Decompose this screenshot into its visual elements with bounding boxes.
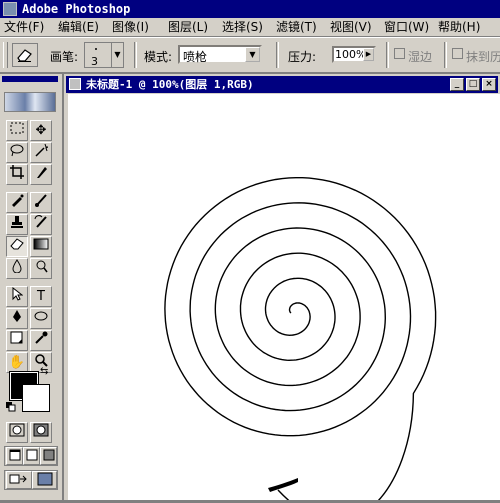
- eraser-tool-preset-icon[interactable]: [12, 43, 38, 67]
- document-title: 未标题-1 @ 100%(图层 1,RGB): [86, 78, 254, 91]
- menu-window[interactable]: 窗口(W): [384, 20, 429, 34]
- app-title-bar: Adobe Photoshop: [0, 0, 500, 18]
- eyedropper-tool-icon[interactable]: [30, 330, 52, 351]
- quick-mask-mode-icon[interactable]: [30, 422, 52, 443]
- imageready-icon[interactable]: [32, 471, 57, 489]
- document-icon[interactable]: [69, 78, 81, 90]
- document-title-bar[interactable]: 未标题-1 @ 100%(图层 1,RGB) _ □ ×: [66, 76, 498, 93]
- image-ready-group: [4, 470, 58, 490]
- standard-mode-icon[interactable]: [6, 422, 28, 443]
- document-window: 未标题-1 @ 100%(图层 1,RGB) _ □ ×: [64, 74, 500, 503]
- full-screen-mode-icon[interactable]: [40, 447, 57, 465]
- crop-tool-icon[interactable]: [6, 164, 28, 185]
- move-tool-icon[interactable]: ✥: [30, 120, 52, 141]
- canvas[interactable]: [68, 94, 500, 503]
- marquee-tool-icon[interactable]: [6, 120, 28, 141]
- brush-tip-preview: [95, 48, 97, 50]
- maximize-button[interactable]: □: [466, 78, 480, 91]
- mode-select[interactable]: 喷枪 ▼: [178, 45, 262, 64]
- menu-file[interactable]: 文件(F): [4, 20, 44, 34]
- chevron-down-icon[interactable]: ▼: [111, 43, 123, 67]
- full-screen-menu-mode-icon[interactable]: [23, 447, 40, 465]
- dodge-tool-icon[interactable]: [30, 258, 52, 279]
- background-color-swatch[interactable]: [22, 384, 50, 412]
- app-title: Adobe Photoshop: [22, 2, 131, 16]
- pressure-input[interactable]: 100% ▶: [332, 46, 376, 63]
- options-bar: 画笔: 3 ▼ 模式: 喷枪 ▼ 压力: 100% ▶ 湿边 抹到历: [0, 37, 500, 73]
- airbrush-tool-icon[interactable]: [6, 192, 28, 213]
- gradient-tool-icon[interactable]: [30, 236, 52, 257]
- blur-tool-icon[interactable]: [6, 258, 28, 279]
- minimize-button[interactable]: _: [450, 78, 464, 91]
- wet-edges-label: 湿边: [408, 50, 433, 64]
- spiral-stroke: [164, 177, 437, 503]
- brush-label: 画笔:: [50, 50, 79, 64]
- menu-bar: 文件(F) 编辑(E) 图像(I) 图层(L) 选择(S) 滤镜(T) 视图(V…: [0, 18, 500, 37]
- options-bar-grip[interactable]: [3, 42, 8, 68]
- lasso-tool-icon[interactable]: [6, 142, 28, 163]
- menu-edit[interactable]: 编辑(E): [58, 20, 99, 34]
- wet-edges-checkbox[interactable]: [394, 48, 405, 59]
- adobe-logo[interactable]: [4, 92, 56, 112]
- divider: [276, 42, 279, 68]
- slice-tool-icon[interactable]: [30, 164, 52, 185]
- mode-label: 模式:: [144, 50, 173, 64]
- brush-size: 3: [91, 55, 98, 68]
- history-brush-tool-icon[interactable]: [30, 214, 52, 235]
- menu-layer[interactable]: 图层(L): [168, 20, 208, 34]
- eraser-tool-icon[interactable]: [6, 236, 28, 257]
- magic-wand-tool-icon[interactable]: [30, 142, 52, 163]
- mode-value: 喷枪: [183, 50, 208, 64]
- swap-colors-icon[interactable]: ⇆: [40, 366, 48, 377]
- ellipse-tool-icon[interactable]: [30, 308, 52, 329]
- pen-tool-icon[interactable]: [6, 308, 28, 329]
- menu-view[interactable]: 视图(V): [330, 20, 372, 34]
- type-tool-icon[interactable]: T: [30, 286, 52, 307]
- toolbox-title-bar[interactable]: [2, 76, 58, 82]
- menu-help[interactable]: 帮助(H): [438, 20, 480, 34]
- path-select-tool-icon[interactable]: [6, 286, 28, 307]
- chevron-down-icon[interactable]: ▼: [245, 47, 260, 62]
- jump-to-imageready-icon[interactable]: [6, 471, 32, 489]
- pressure-value: 100%: [335, 48, 367, 61]
- standard-screen-mode-icon[interactable]: [6, 447, 23, 465]
- hand-tool-icon[interactable]: ✋: [6, 352, 28, 373]
- pressure-label: 压力:: [288, 50, 317, 64]
- menu-select[interactable]: 选择(S): [222, 20, 263, 34]
- paintbrush-tool-icon[interactable]: [30, 192, 52, 213]
- default-colors-icon[interactable]: [6, 402, 16, 412]
- chevron-right-icon[interactable]: ▶: [363, 48, 374, 61]
- clone-stamp-tool-icon[interactable]: [6, 214, 28, 235]
- brush-picker[interactable]: 3 ▼: [84, 42, 124, 68]
- notes-tool-icon[interactable]: [6, 330, 28, 351]
- close-button[interactable]: ×: [482, 78, 496, 91]
- erase-to-history-checkbox[interactable]: [452, 48, 463, 59]
- menu-image[interactable]: 图像(I): [112, 20, 149, 34]
- toolbox: ✥ T ✋ ⇆: [0, 74, 63, 500]
- divider: [134, 42, 137, 68]
- screen-mode-group: [4, 446, 58, 466]
- divider: [386, 42, 389, 68]
- divider: [444, 42, 447, 68]
- spiral-tail-stroke: [268, 478, 298, 492]
- menu-filter[interactable]: 滤镜(T): [276, 20, 317, 34]
- spiral-drawing: [164, 177, 437, 503]
- erase-to-history-label: 抹到历: [466, 50, 500, 64]
- photoshop-app-icon[interactable]: [3, 2, 17, 16]
